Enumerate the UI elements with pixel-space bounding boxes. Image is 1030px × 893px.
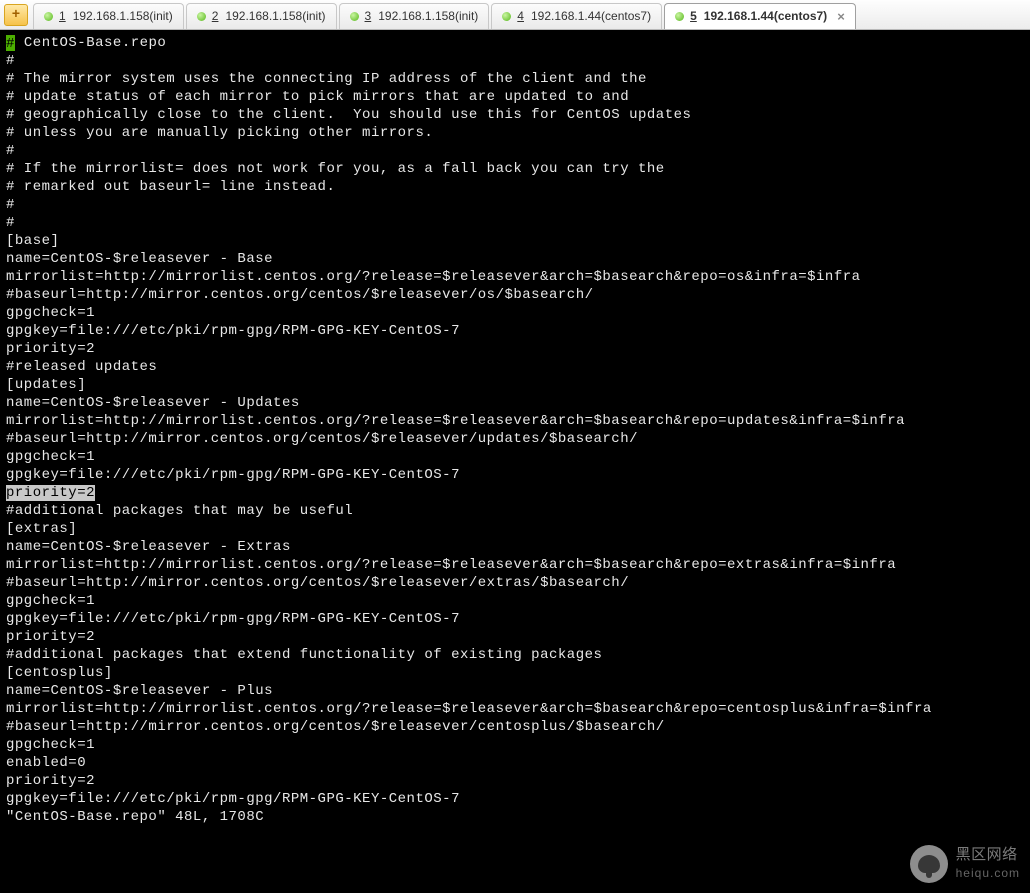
tab-label: 192.168.1.44(centos7) bbox=[531, 9, 651, 23]
terminal-line: # remarked out baseurl= line instead. bbox=[0, 178, 1030, 196]
terminal-line: #additional packages that extend functio… bbox=[0, 646, 1030, 664]
terminal-line: [centosplus] bbox=[0, 664, 1030, 682]
watermark-icon bbox=[910, 845, 948, 883]
terminal-line: # The mirror system uses the connecting … bbox=[0, 70, 1030, 88]
terminal-line: mirrorlist=http://mirrorlist.centos.org/… bbox=[0, 412, 1030, 430]
terminal-line: mirrorlist=http://mirrorlist.centos.org/… bbox=[0, 268, 1030, 286]
terminal-line: gpgcheck=1 bbox=[0, 592, 1030, 610]
terminal-line: name=CentOS-$releasever - Plus bbox=[0, 682, 1030, 700]
terminal[interactable]: # CentOS-Base.repo## The mirror system u… bbox=[0, 30, 1030, 893]
terminal-line: gpgkey=file:///etc/pki/rpm-gpg/RPM-GPG-K… bbox=[0, 790, 1030, 808]
tab-label: 192.168.1.158(init) bbox=[225, 9, 325, 23]
watermark-title: 黑区网络 bbox=[956, 846, 1020, 864]
add-tab-button[interactable]: + bbox=[4, 4, 28, 26]
terminal-line: # update status of each mirror to pick m… bbox=[0, 88, 1030, 106]
tab-number: 4 bbox=[517, 9, 524, 23]
watermark: 黑区网络 heiqu.com bbox=[910, 845, 1020, 883]
tab-session-3[interactable]: 3 192.168.1.158(init) bbox=[339, 3, 490, 29]
tab-label: 192.168.1.158(init) bbox=[378, 9, 478, 23]
status-dot-icon bbox=[350, 12, 359, 21]
terminal-line: # bbox=[0, 52, 1030, 70]
terminal-line: #released updates bbox=[0, 358, 1030, 376]
terminal-line: name=CentOS-$releasever - Base bbox=[0, 250, 1030, 268]
terminal-line: #additional packages that may be useful bbox=[0, 502, 1030, 520]
terminal-line: # unless you are manually picking other … bbox=[0, 124, 1030, 142]
terminal-line: # CentOS-Base.repo bbox=[0, 34, 1030, 52]
status-dot-icon bbox=[675, 12, 684, 21]
status-dot-icon bbox=[197, 12, 206, 21]
terminal-line: priority=2 bbox=[0, 772, 1030, 790]
tab-session-5[interactable]: 5 192.168.1.44(centos7) × bbox=[664, 3, 856, 29]
terminal-line: [updates] bbox=[0, 376, 1030, 394]
terminal-line: #baseurl=http://mirror.centos.org/centos… bbox=[0, 430, 1030, 448]
cursor-icon: # bbox=[6, 35, 15, 51]
watermark-text: 黑区网络 heiqu.com bbox=[956, 846, 1020, 882]
terminal-line: "CentOS-Base.repo" 48L, 1708C bbox=[0, 808, 1030, 826]
terminal-line: # bbox=[0, 196, 1030, 214]
terminal-line: # If the mirrorlist= does not work for y… bbox=[0, 160, 1030, 178]
plus-icon: + bbox=[12, 7, 20, 23]
tab-session-1[interactable]: 1 192.168.1.158(init) bbox=[33, 3, 184, 29]
tab-session-4[interactable]: 4 192.168.1.44(centos7) bbox=[491, 3, 662, 29]
terminal-line: gpgkey=file:///etc/pki/rpm-gpg/RPM-GPG-K… bbox=[0, 610, 1030, 628]
tab-bar: + 1 192.168.1.158(init)2 192.168.1.158(i… bbox=[0, 0, 1030, 30]
terminal-line: gpgkey=file:///etc/pki/rpm-gpg/RPM-GPG-K… bbox=[0, 466, 1030, 484]
terminal-line: gpgcheck=1 bbox=[0, 304, 1030, 322]
terminal-line: gpgkey=file:///etc/pki/rpm-gpg/RPM-GPG-K… bbox=[0, 322, 1030, 340]
terminal-line: #baseurl=http://mirror.centos.org/centos… bbox=[0, 718, 1030, 736]
terminal-line: priority=2 bbox=[0, 484, 1030, 502]
tab-label: 192.168.1.44(centos7) bbox=[704, 9, 827, 23]
terminal-line: # bbox=[0, 214, 1030, 232]
terminal-line: #baseurl=http://mirror.centos.org/centos… bbox=[0, 574, 1030, 592]
terminal-line: gpgcheck=1 bbox=[0, 736, 1030, 754]
terminal-line: # geographically close to the client. Yo… bbox=[0, 106, 1030, 124]
terminal-line: name=CentOS-$releasever - Updates bbox=[0, 394, 1030, 412]
tab-session-2[interactable]: 2 192.168.1.158(init) bbox=[186, 3, 337, 29]
terminal-line: enabled=0 bbox=[0, 754, 1030, 772]
terminal-line: # bbox=[0, 142, 1030, 160]
tab-number: 3 bbox=[365, 9, 372, 23]
terminal-line: gpgcheck=1 bbox=[0, 448, 1030, 466]
terminal-line: #baseurl=http://mirror.centos.org/centos… bbox=[0, 286, 1030, 304]
watermark-subtitle: heiqu.com bbox=[956, 864, 1020, 882]
status-dot-icon bbox=[502, 12, 511, 21]
tab-label: 192.168.1.158(init) bbox=[73, 9, 173, 23]
tab-number: 2 bbox=[212, 9, 219, 23]
close-icon[interactable]: × bbox=[837, 9, 845, 24]
terminal-line: priority=2 bbox=[0, 628, 1030, 646]
terminal-line: [base] bbox=[0, 232, 1030, 250]
status-dot-icon bbox=[44, 12, 53, 21]
terminal-line: mirrorlist=http://mirrorlist.centos.org/… bbox=[0, 700, 1030, 718]
terminal-line: priority=2 bbox=[0, 340, 1030, 358]
terminal-line: [extras] bbox=[0, 520, 1030, 538]
terminal-line: mirrorlist=http://mirrorlist.centos.org/… bbox=[0, 556, 1030, 574]
tab-number: 1 bbox=[59, 9, 66, 23]
terminal-line: name=CentOS-$releasever - Extras bbox=[0, 538, 1030, 556]
tab-number: 5 bbox=[690, 9, 697, 23]
